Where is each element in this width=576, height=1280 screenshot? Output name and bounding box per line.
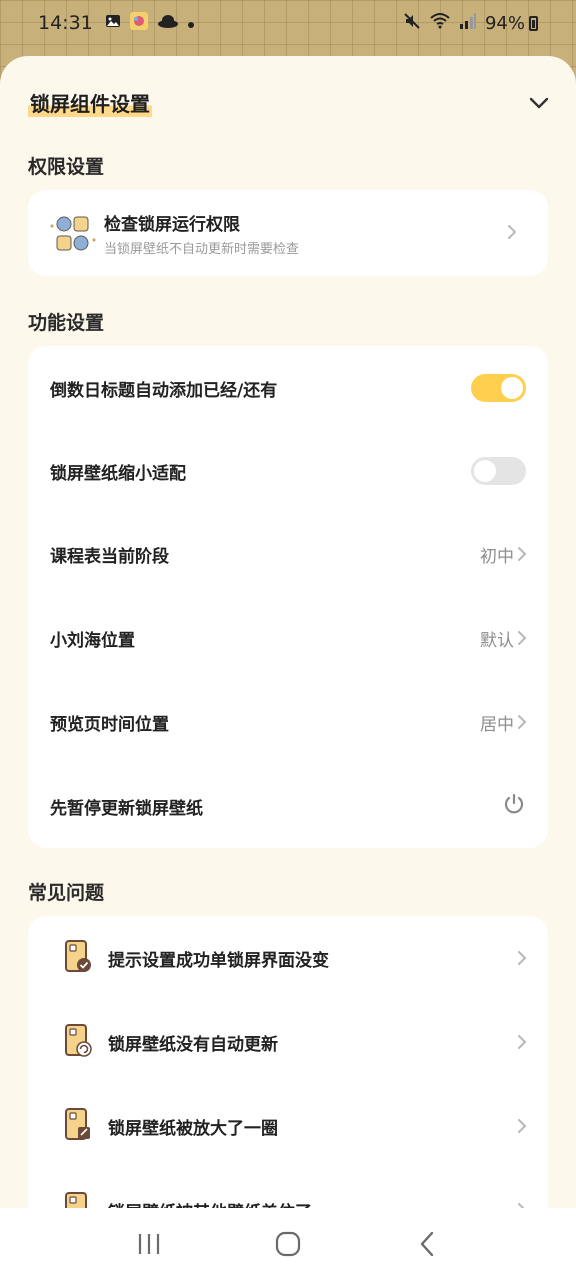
faq-label: 提示设置成功单锁屏界面没变 <box>108 951 329 971</box>
battery-icon <box>529 15 538 31</box>
phone-check-icon <box>64 940 92 974</box>
feature-value: 初中 <box>480 547 514 567</box>
permissions-card: 检查锁屏运行权限 当锁屏壁纸不自动更新时需要检查 <box>28 190 548 276</box>
section-label-features: 功能设置 <box>28 312 105 334</box>
section-label-faq: 常见问题 <box>28 882 105 904</box>
wallpaper-shrink-toggle[interactable] <box>471 457 526 485</box>
chevron-right-icon <box>516 950 528 966</box>
back-icon[interactable] <box>407 1224 447 1264</box>
chevron-right-icon <box>516 630 528 646</box>
section-label-permissions: 权限设置 <box>28 156 105 178</box>
faq-item[interactable]: 锁屏壁纸没有自动更新 <box>28 1000 548 1084</box>
sheet-title: 锁屏组件设置 <box>28 88 152 117</box>
faq-item[interactable]: 提示设置成功单锁屏界面没变 <box>28 916 548 1000</box>
feature-row-schedule-stage[interactable]: 课程表当前阶段 初中 <box>28 512 548 596</box>
shapes-icon <box>46 212 98 254</box>
wifi-icon <box>429 12 451 34</box>
chevron-right-icon <box>516 1118 528 1134</box>
feature-label: 先暂停更新锁屏壁纸 <box>50 799 203 819</box>
sheet-header: 锁屏组件设置 <box>0 56 576 148</box>
recent-apps-icon[interactable] <box>129 1224 169 1264</box>
faq-item[interactable]: 锁屏壁纸被放大了一圈 <box>28 1084 548 1168</box>
home-icon[interactable] <box>268 1224 308 1264</box>
feature-row-preview-time-position[interactable]: 预览页时间位置 居中 <box>28 680 548 764</box>
feature-row-countdown-title[interactable]: 倒数日标题自动添加已经/还有 <box>28 346 548 430</box>
chevron-right-icon <box>516 546 528 562</box>
chevron-right-icon <box>516 1034 528 1050</box>
phone-refresh-icon <box>64 1024 92 1058</box>
lockscreen-widget-settings-sheet: 锁屏组件设置 权限设置 检查锁屏运行权限 当锁屏壁纸不自动更新时需要检查 功能设… <box>0 56 576 1208</box>
feature-row-wallpaper-shrink[interactable]: 锁屏壁纸缩小适配 <box>28 429 548 513</box>
signal-icon <box>459 12 477 34</box>
countdown-title-toggle[interactable] <box>471 374 526 402</box>
faq-label: 锁屏壁纸被其他壁纸盖住了 <box>108 1198 312 1208</box>
feature-row-notch-position[interactable]: 小刘海位置 默认 <box>28 596 548 680</box>
chevron-right-icon <box>516 714 528 730</box>
power-icon[interactable] <box>502 792 526 816</box>
chevron-down-icon[interactable] <box>528 92 550 114</box>
check-lockscreen-permission-row[interactable]: 检查锁屏运行权限 当锁屏壁纸不自动更新时需要检查 <box>28 190 548 274</box>
feature-label: 课程表当前阶段 <box>50 547 169 567</box>
hat-icon <box>157 13 179 33</box>
faq-card: 提示设置成功单锁屏界面没变 锁屏壁纸没有自动更新 锁屏壁纸被放大了一圈 <box>28 916 548 1208</box>
permission-title: 检查锁屏运行权限 <box>104 215 240 235</box>
dot-icon <box>187 14 195 33</box>
image-icon <box>105 13 121 33</box>
permission-subtitle: 当锁屏壁纸不自动更新时需要检查 <box>104 242 300 257</box>
phone-layer-icon <box>64 1192 92 1208</box>
feature-label: 倒数日标题自动添加已经/还有 <box>50 381 278 401</box>
faq-label: 锁屏壁纸没有自动更新 <box>108 1035 278 1055</box>
system-nav-bar <box>0 1208 576 1280</box>
status-time: 14:31 <box>38 12 93 34</box>
feature-value: 居中 <box>480 715 514 735</box>
feature-label: 锁屏壁纸缩小适配 <box>50 464 186 484</box>
feature-row-pause-wallpaper[interactable]: 先暂停更新锁屏壁纸 <box>28 764 548 848</box>
app-icon <box>129 11 149 35</box>
feature-label: 预览页时间位置 <box>50 715 169 735</box>
feature-label: 小刘海位置 <box>50 631 135 651</box>
status-bar: 14:31 94% <box>0 0 576 46</box>
faq-label: 锁屏壁纸被放大了一圈 <box>108 1119 278 1139</box>
chevron-right-icon <box>506 224 518 240</box>
phone-zoom-icon <box>64 1108 92 1142</box>
mute-icon <box>403 12 421 34</box>
feature-value: 默认 <box>480 631 514 651</box>
battery-percent: 94% <box>484 12 525 34</box>
faq-item[interactable]: 锁屏壁纸被其他壁纸盖住了 <box>28 1168 548 1208</box>
features-card: 倒数日标题自动添加已经/还有 锁屏壁纸缩小适配 课程表当前阶段 初中 小刘海位置… <box>28 346 548 848</box>
